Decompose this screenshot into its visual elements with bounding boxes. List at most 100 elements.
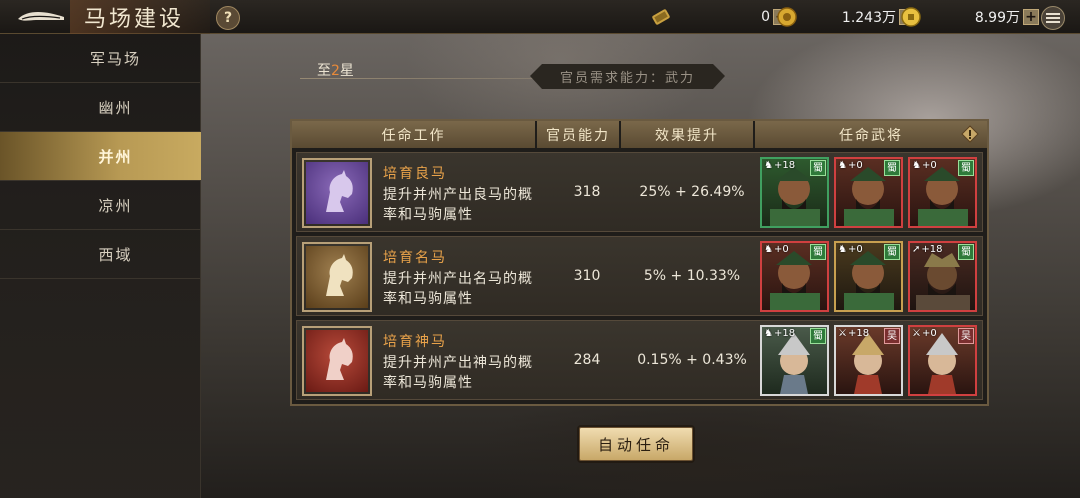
horse-head-small-icon: ♞ [764,244,773,255]
general-level: ♞ +0 [912,160,937,171]
job-title: 培育神马 [383,334,447,350]
sidebar-item-youzhou[interactable]: 幽州 [0,83,201,132]
bow-icon: ⚔ [912,328,921,339]
horse-head-icon [326,254,353,296]
job-title: 培育良马 [383,166,447,182]
copper-count: 1.243万 [841,10,896,26]
star-prefix: 至 [317,63,331,79]
general-slot[interactable]: ➚ +18 蜀 [908,241,977,312]
help-button[interactable]: ? [216,6,240,30]
table-row: 培育神马 提升并州产出神马的概率和马驹属性 284 0.15% + 0.43% … [296,320,983,400]
header-generals-label: 任命武将 [839,127,903,144]
star-number: 2 [331,63,340,79]
general-slot[interactable]: ⚔ +0 吴 [908,325,977,396]
gold-coin-icon [901,7,921,27]
level-text: +0 [847,244,863,255]
menu-icon [1046,13,1060,23]
back-arrow-icon [18,12,64,21]
gold-count: 8.99万 [974,10,1020,26]
requirement-banner: 官员需求能力：武力 [530,64,725,89]
general-slots: ♞ +18 蜀 ♞ +0 蜀 ♞ +0 蜀 [760,157,980,229]
info-icon[interactable] [961,125,979,143]
faction-badge: 蜀 [958,244,974,260]
horse-icon-frame [302,158,372,228]
general-slots: ♞ +18 蜀 ⚔ +18 吴 ⚔ +0 吴 [760,325,980,397]
horse-head-small-icon: ♞ [838,160,847,171]
resource-scroll: 0 + [650,6,789,28]
general-level: ➚ +18 [912,244,943,255]
level-text: +18 [847,328,870,339]
general-slot[interactable]: ♞ +0 蜀 [834,157,903,228]
effect-value: 0.15% + 0.43% [637,352,747,368]
appointment-table: 任命工作 官员能力 效果提升 任命武将 培育良马 提升并州产出良马的概率和马驹属… [290,119,989,406]
horse-head-small-icon: ♞ [912,160,921,171]
general-level: ♞ +0 [838,160,863,171]
auto-appoint-button[interactable]: 自动任命 [579,427,693,461]
title-banner: 马场建设 [70,0,210,34]
general-slot[interactable]: ⚔ +18 吴 [834,325,903,396]
page-title: 马场建设 [84,7,185,32]
bow-icon: ⚔ [838,328,847,339]
general-slots: ♞ +0 蜀 ♞ +0 蜀 ➚ +18 蜀 [760,241,980,313]
header-ability: 官员能力 [537,121,621,148]
level-text: +0 [847,160,863,171]
sidebar-item-liangzhou[interactable]: 凉州 [0,181,201,230]
table-header: 任命工作 官员能力 效果提升 任命武将 [292,121,987,148]
star-suffix: 星 [339,63,354,79]
general-level: ♞ +18 [764,160,795,171]
resource-copper: 1.243万 + [776,6,915,28]
job-title: 培育名马 [383,250,447,266]
horse-icon-red [306,330,368,392]
effect-value: 5% + 10.33% [643,268,741,284]
header-effect: 效果提升 [621,121,755,148]
top-bar: 马场建设 ? 0 + 1.243万 + 8.99万 + [0,0,1080,34]
sidebar-item-xiyu[interactable]: 西域 [0,230,201,279]
level-text: +0 [773,244,789,255]
general-level: ♞ +18 [764,328,795,339]
table-row: 培育良马 提升并州产出良马的概率和马驹属性 318 25% + 26.49% ♞… [296,152,983,232]
faction-badge: 蜀 [884,244,900,260]
general-slot[interactable]: ♞ +0 蜀 [908,157,977,228]
general-level: ⚔ +0 [912,328,937,339]
header-generals: 任命武将 [755,121,987,148]
scroll-count: 0 [761,9,770,25]
faction-badge: 蜀 [810,328,826,344]
job-description: 提升并州产出神马的概率和马驹属性 [383,355,533,391]
copper-coin-icon [777,7,797,27]
sidebar-item-junmachang[interactable]: 军马场 [0,34,201,83]
table-row: 培育名马 提升并州产出名马的概率和马驹属性 310 5% + 10.33% ♞ +… [296,236,983,316]
horse-icon-purple [306,162,368,224]
faction-badge: 蜀 [810,244,826,260]
horse-head-small-icon: ♞ [838,244,847,255]
horse-icon-frame [302,326,372,396]
general-slot[interactable]: ♞ +18 蜀 [760,325,829,396]
back-button[interactable] [14,5,68,29]
resource-gold: 8.99万 + [900,6,1039,28]
general-slot[interactable]: ♞ +18 蜀 [760,157,829,228]
level-text: +0 [921,160,937,171]
menu-button[interactable] [1041,6,1065,30]
general-level: ♞ +0 [838,244,863,255]
general-level: ♞ +0 [764,244,789,255]
horse-head-icon [326,338,353,380]
job-description: 提升并州产出良马的概率和马驹属性 [383,187,533,223]
horse-head-small-icon: ♞ [764,160,773,171]
effect-value: 25% + 26.49% [639,184,745,200]
general-level: ⚔ +18 [838,328,869,339]
level-text: +18 [773,160,796,171]
spear-icon: ➚ [912,244,921,255]
faction-badge: 蜀 [958,160,974,176]
sidebar-item-bingzhou[interactable]: 并州 [0,132,201,181]
region-sidebar: 军马场 幽州 并州 凉州 西域 [0,34,201,498]
general-slot[interactable]: ♞ +0 蜀 [760,241,829,312]
level-text: +18 [921,244,943,255]
general-slot[interactable]: ♞ +0 蜀 [834,241,903,312]
scroll-icon [652,9,670,25]
level-text: +18 [773,328,796,339]
add-gold-button[interactable]: + [1023,9,1039,25]
faction-badge: 蜀 [884,160,900,176]
horse-icon-frame [302,242,372,312]
header-job: 任命工作 [292,121,537,148]
horse-head-icon [326,170,353,212]
faction-badge: 吴 [884,328,900,344]
